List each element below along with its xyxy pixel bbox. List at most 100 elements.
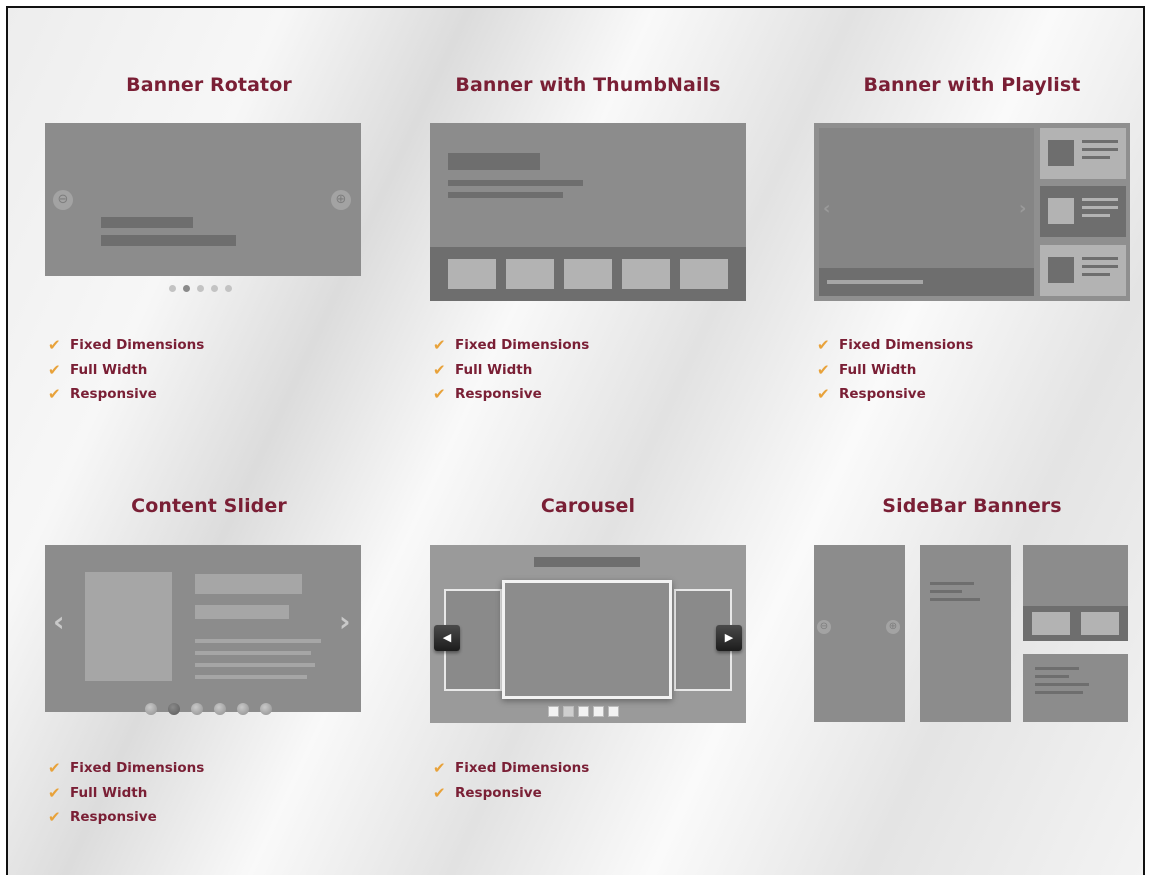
thumbnail[interactable] (1032, 612, 1070, 635)
text-line (1035, 675, 1069, 678)
thumbnail[interactable] (1081, 612, 1119, 635)
caption-line (101, 217, 193, 228)
sidebar-banner-preview[interactable] (920, 545, 1011, 722)
pagination-dot[interactable] (168, 703, 180, 715)
feature-item: ✔ Fixed Dimensions (817, 336, 974, 355)
check-icon: ✔ (817, 336, 830, 355)
heading-block (448, 153, 540, 170)
feature-item: ✔ Full Width (48, 360, 148, 379)
card-title: Banner with ThumbNails (455, 74, 721, 96)
thumbnail[interactable] (564, 259, 612, 289)
text-line (1082, 198, 1118, 201)
pagination-dot[interactable] (169, 285, 176, 292)
text-line (448, 192, 563, 198)
pagination-dots[interactable] (169, 285, 239, 295)
text-line (1035, 691, 1083, 694)
thumbnail[interactable] (448, 259, 496, 289)
playlist-thumb (1048, 257, 1074, 283)
pagination-dots[interactable] (145, 703, 285, 717)
feature-list: ✔ Fixed Dimensions ✔ Full Width ✔ Responsiv… (817, 333, 973, 407)
carousel-center-item[interactable] (502, 580, 672, 699)
heading-block (534, 557, 640, 567)
pagination-dot[interactable] (145, 703, 157, 715)
card-title: Content Slider (131, 495, 287, 517)
banner-playlist-preview[interactable]: ‹ › (814, 123, 1130, 301)
pagination-dots[interactable] (548, 706, 628, 718)
thumbnail[interactable] (622, 259, 670, 289)
text-line (1082, 156, 1110, 159)
pagination-dot[interactable] (191, 703, 203, 715)
feature-item: ✔ Responsive (433, 385, 542, 404)
check-icon: ✔ (48, 808, 61, 827)
arrow-left-icon[interactable]: ⊖ (53, 190, 73, 210)
arrow-right-icon[interactable]: ⊕ (331, 190, 351, 210)
sidebar-banner-preview[interactable] (1023, 545, 1128, 641)
chevron-left-icon[interactable]: ‹ (53, 607, 65, 637)
feature-item: ✔ Full Width (817, 360, 917, 379)
content-slider-preview[interactable]: ‹ › (45, 545, 361, 715)
feature-item: ✔ Fixed Dimensions (433, 336, 590, 355)
playlist-thumb (1048, 140, 1074, 166)
chevron-right-icon[interactable]: › (339, 607, 351, 637)
text-line (1035, 667, 1079, 670)
text-line (1082, 265, 1118, 268)
thumbnail[interactable] (680, 259, 728, 289)
check-icon: ✔ (48, 385, 61, 404)
pagination-dot[interactable] (197, 285, 204, 292)
main-slide: ‹ › (819, 128, 1034, 296)
pagination-dot[interactable] (237, 703, 249, 715)
banner-thumbnails-preview[interactable] (430, 123, 746, 301)
feature-item: ✔ Full Width (48, 783, 148, 802)
pagination-dot[interactable] (183, 285, 190, 292)
feature-list: ✔ Fixed Dimensions ✔ Responsive (433, 756, 589, 805)
chevron-right-icon[interactable]: › (1019, 194, 1026, 224)
thumbnail[interactable] (506, 259, 554, 289)
feature-item: ✔ Fixed Dimensions (48, 759, 205, 778)
text-line (1082, 140, 1118, 143)
check-icon: ✔ (433, 385, 446, 404)
playlist-item[interactable] (1040, 245, 1126, 296)
pagination-dot[interactable] (225, 285, 232, 292)
check-icon: ✔ (433, 360, 446, 379)
playlist-thumb (1048, 198, 1074, 224)
playlist-item[interactable] (1040, 128, 1126, 179)
feature-item: ✔ Fixed Dimensions (48, 336, 205, 355)
carousel-preview[interactable]: ◀ ▶ (430, 545, 746, 723)
pagination-dot[interactable] (563, 706, 574, 717)
arrow-left-icon[interactable]: ⊖ (817, 620, 831, 634)
feature-item: ✔ Fixed Dimensions (433, 759, 590, 778)
pagination-dot[interactable] (578, 706, 589, 717)
pagination-dot[interactable] (260, 703, 272, 715)
card-title: Carousel (540, 495, 636, 517)
chevron-left-icon[interactable]: ‹ (823, 194, 830, 224)
arrow-right-icon[interactable]: ⊕ (886, 620, 900, 634)
pagination-dot[interactable] (214, 703, 226, 715)
image-placeholder (85, 572, 172, 681)
caption-line (827, 280, 923, 284)
arrow-left-icon[interactable]: ◀ (434, 625, 460, 651)
thumbnail-strip (430, 247, 746, 301)
pagination-dot[interactable] (608, 706, 619, 717)
check-icon: ✔ (48, 783, 61, 802)
text-line (1082, 206, 1118, 209)
text-line (930, 590, 962, 593)
pagination-dot[interactable] (548, 706, 559, 717)
sidebar-banner-preview[interactable] (1023, 654, 1128, 722)
arrow-right-icon[interactable]: ▶ (716, 625, 742, 651)
text-line (448, 180, 583, 186)
playlist-item-active[interactable] (1040, 186, 1126, 237)
text-line (1082, 273, 1110, 276)
pagination-dot[interactable] (593, 706, 604, 717)
feature-item: ✔ Responsive (433, 783, 542, 802)
pagination-dot[interactable] (211, 285, 218, 292)
card-title: Banner Rotator (126, 74, 292, 96)
text-line (195, 675, 307, 679)
card-title: Banner with Playlist (863, 74, 1081, 96)
text-line (195, 651, 311, 655)
sidebar-banner-preview[interactable]: ⊖ ⊕ (814, 545, 905, 722)
card-title: SideBar Banners (882, 495, 1062, 517)
banner-rotator-preview[interactable]: ⊖ ⊕ (45, 123, 361, 276)
thumbnail-strip (1023, 606, 1128, 641)
page-frame: Banner Rotator ⊖ ⊕ ✔ Fixed Dimensions ✔ Fu… (6, 6, 1145, 875)
subheading-block (195, 605, 289, 619)
